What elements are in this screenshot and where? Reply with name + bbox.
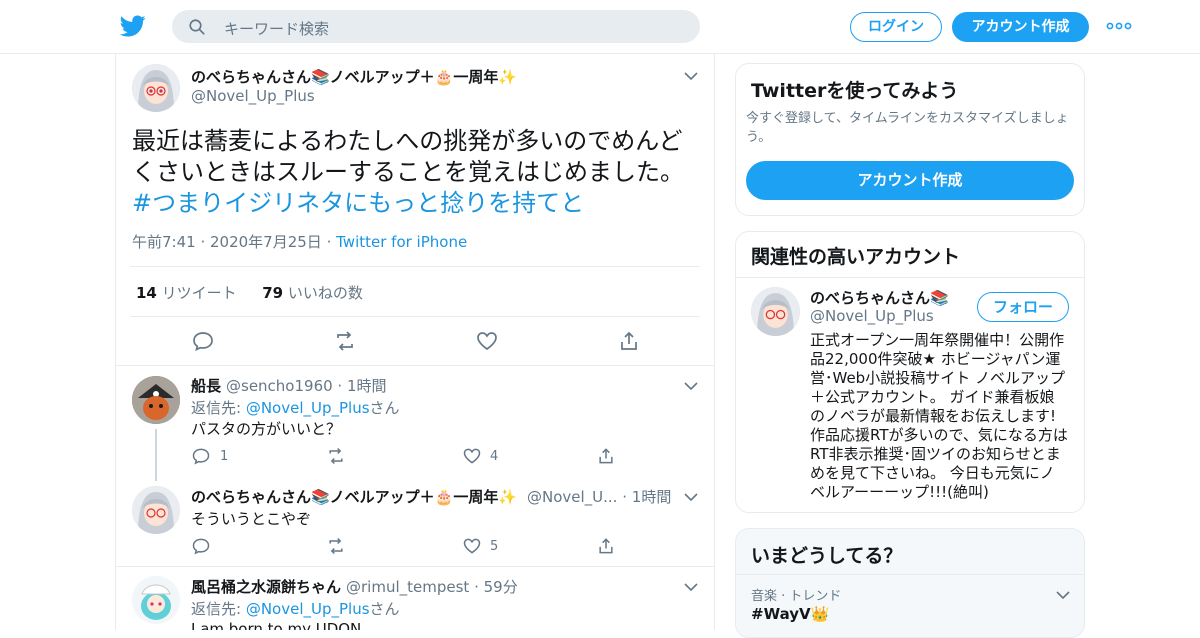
reply-icon[interactable] bbox=[191, 446, 211, 466]
follow-button[interactable]: フォロー bbox=[977, 292, 1069, 322]
like-heart-icon[interactable] bbox=[462, 536, 482, 556]
search-input[interactable]: キーワード検索 bbox=[224, 18, 329, 39]
twitter-bird-icon[interactable] bbox=[120, 13, 146, 39]
captain-avatar-icon bbox=[132, 376, 180, 424]
reply-author-name[interactable]: のべらちゃんさん📚ノベルアップ＋🎂一周年✨ bbox=[191, 486, 517, 507]
reply-to-line: 返信先: @Novel_Up_Plusさん bbox=[191, 600, 400, 618]
retweet-icon[interactable] bbox=[326, 536, 346, 556]
hashtag-link[interactable]: #つまりイジリネタにもっと捻りを持てと bbox=[132, 188, 702, 219]
anime-girl-avatar-icon bbox=[751, 287, 800, 336]
search-icon bbox=[189, 19, 205, 35]
like-count[interactable]: 79 bbox=[262, 284, 283, 302]
more-options-icon[interactable] bbox=[1106, 20, 1132, 32]
divider bbox=[116, 566, 714, 567]
tweet-text: 最近は蕎麦によるわたしへの挑発が多いのでめんど くさいときはスルーすることを覚え… bbox=[132, 126, 702, 219]
reply-author-name[interactable]: 風呂桶之水源餅ちゃん bbox=[191, 576, 341, 597]
reply-author-handle: @rimul_tempest · 59分 bbox=[346, 578, 518, 596]
card-description: 今すぐ登録して、タイムラインをカスタマイズしましょ う。 bbox=[746, 111, 1069, 145]
trend-name[interactable]: #WayV👑 bbox=[751, 605, 829, 623]
avatar[interactable] bbox=[132, 486, 180, 534]
like-heart-icon[interactable] bbox=[462, 446, 482, 466]
login-button[interactable]: ログイン bbox=[850, 12, 942, 42]
chevron-down-icon[interactable] bbox=[684, 583, 698, 592]
divider bbox=[116, 365, 714, 366]
reply-icon[interactable] bbox=[191, 329, 215, 353]
account-bio: 正式オープン一周年祭開催中！公開作 品22,000件突破★ ホビージャパン運 営… bbox=[810, 331, 1068, 501]
share-icon[interactable] bbox=[596, 536, 616, 556]
reply-text: そういうとこやぞ bbox=[191, 510, 312, 528]
anime-girl-avatar-icon bbox=[132, 64, 180, 112]
retweet-icon[interactable] bbox=[326, 446, 346, 466]
reply-author-handle: @sencho1960 · 1時間 bbox=[226, 377, 387, 395]
search-box[interactable]: キーワード検索 bbox=[172, 10, 700, 43]
divider bbox=[130, 266, 700, 267]
related-account-item[interactable]: のべらちゃんさん📚 @Novel_Up_Plus フォロー 正式オープン一周年祭… bbox=[736, 277, 1084, 512]
conversation-column: のべらちゃんさん📚ノベルアップ＋🎂一周年✨ @Novel_Up_Plus 最近は… bbox=[115, 54, 715, 630]
trend-category: 音楽 · トレンド bbox=[751, 589, 842, 604]
signup-button[interactable]: アカウント作成 bbox=[746, 161, 1074, 200]
top-navigation-bar: キーワード検索 ログイン アカウント作成 bbox=[0, 0, 1200, 54]
chevron-down-icon[interactable] bbox=[684, 382, 698, 391]
card-title: いまどうしてる？ bbox=[751, 545, 903, 567]
like-count: 4 bbox=[490, 449, 499, 464]
reply-author-handle: @Novel_U... · 1時間 bbox=[527, 488, 672, 506]
signup-button[interactable]: アカウント作成 bbox=[952, 12, 1089, 42]
divider bbox=[130, 316, 700, 317]
like-heart-icon[interactable] bbox=[475, 329, 499, 353]
avatar[interactable] bbox=[132, 576, 180, 624]
share-icon[interactable] bbox=[596, 446, 616, 466]
retweet-count[interactable]: 14 bbox=[136, 284, 157, 302]
signup-prompt-card: Twitterを使ってみよう 今すぐ登録して、タイムラインをカスタマイズしましょ… bbox=[735, 63, 1085, 216]
avatar[interactable] bbox=[132, 376, 180, 424]
chevron-down-icon[interactable] bbox=[684, 493, 698, 502]
source-link[interactable]: Twitter for iPhone bbox=[336, 233, 467, 251]
anime-girl-avatar-icon bbox=[132, 486, 180, 534]
avatar[interactable] bbox=[132, 64, 180, 112]
card-title: 関連性の高いアカウント bbox=[751, 246, 961, 268]
card-title: Twitterを使ってみよう bbox=[751, 80, 959, 102]
reply-count: 1 bbox=[220, 449, 229, 464]
slime-girl-avatar-icon bbox=[132, 576, 180, 624]
reply-text: I am born to my UDON bbox=[191, 620, 362, 630]
author-name[interactable]: のべらちゃんさん📚ノベルアップ＋🎂一周年✨ bbox=[191, 66, 517, 87]
share-icon[interactable] bbox=[617, 329, 641, 353]
tweet-timestamp: 午前7:41 · 2020年7月25日 · Twitter for iPhone bbox=[132, 233, 468, 251]
like-count: 5 bbox=[490, 539, 499, 554]
related-accounts-card: 関連性の高いアカウント のべらちゃんさん📚 @Novel_Up_Plus フォロ… bbox=[735, 231, 1085, 513]
chevron-down-icon[interactable] bbox=[684, 72, 698, 81]
chevron-down-icon[interactable] bbox=[1056, 591, 1070, 600]
reply-author-name[interactable]: 船長 bbox=[191, 375, 221, 396]
account-name[interactable]: のべらちゃんさん📚 bbox=[810, 287, 949, 308]
avatar[interactable] bbox=[751, 287, 800, 336]
reply-text: パスタの方がいいと？ bbox=[191, 420, 342, 438]
reply-to-line: 返信先: @Novel_Up_Plusさん bbox=[191, 399, 400, 417]
tweet-stats: 14 リツイート 79 いいねの数 bbox=[136, 284, 363, 302]
account-handle[interactable]: @Novel_Up_Plus bbox=[810, 307, 934, 325]
retweet-icon[interactable] bbox=[333, 329, 357, 353]
reply-icon[interactable] bbox=[191, 536, 211, 556]
trend-item[interactable]: 音楽 · トレンド #WayV👑 bbox=[736, 575, 1084, 635]
author-handle[interactable]: @Novel_Up_Plus bbox=[191, 87, 315, 105]
trends-card: いまどうしてる？ 音楽 · トレンド #WayV👑 bbox=[735, 528, 1085, 638]
thread-connector bbox=[155, 429, 157, 481]
